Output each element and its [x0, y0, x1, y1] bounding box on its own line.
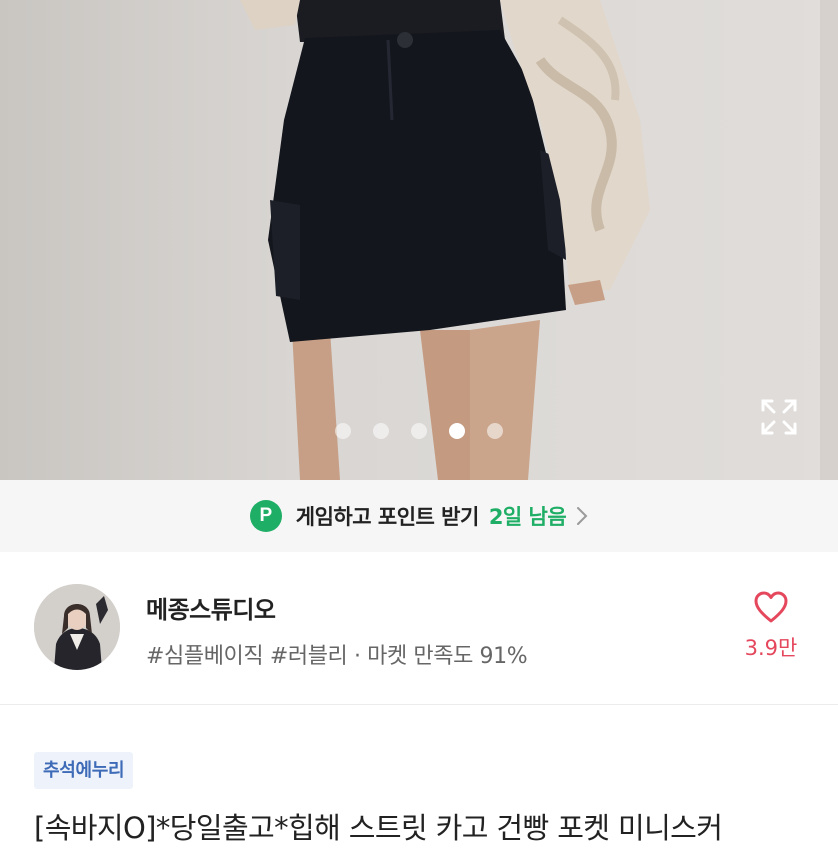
store-avatar[interactable]	[34, 584, 120, 670]
avatar-image	[34, 584, 120, 670]
point-icon: P	[249, 500, 282, 532]
carousel-dot[interactable]	[487, 423, 503, 439]
carousel-dot[interactable]	[411, 423, 427, 439]
banner-text: 게임하고 포인트 받기	[295, 505, 480, 529]
carousel-dot-active[interactable]	[449, 423, 465, 439]
heart-icon	[754, 591, 788, 623]
like-button[interactable]: 3.9만	[736, 590, 806, 662]
store-tags: #심플베이직 #러블리 · 마켓 만족도 91%	[146, 644, 528, 669]
promo-badge: 추석에누리	[34, 752, 134, 789]
banner-days-left: 2일 남음	[488, 505, 567, 529]
store-name[interactable]: 메종스튜디오	[146, 590, 276, 625]
chevron-right-icon	[577, 507, 588, 525]
expand-icon	[761, 399, 797, 435]
carousel-dot[interactable]	[373, 423, 389, 439]
carousel-dot[interactable]	[335, 423, 351, 439]
product-image[interactable]	[0, 0, 838, 480]
product-photo	[240, 0, 838, 480]
product-title: [속바지O]*당일출고*힙해 스트릿 카고 건빵 포켓 미니스커	[34, 811, 723, 845]
carousel-indicator	[0, 423, 838, 439]
expand-button[interactable]	[760, 398, 798, 436]
store-info: 메종스튜디오 #심플베이직 #러블리 · 마켓 만족도 91% 3.9만	[0, 552, 838, 705]
like-count: 3.9만	[744, 636, 798, 660]
point-game-banner[interactable]: P 게임하고 포인트 받기 2일 남음	[0, 480, 838, 552]
